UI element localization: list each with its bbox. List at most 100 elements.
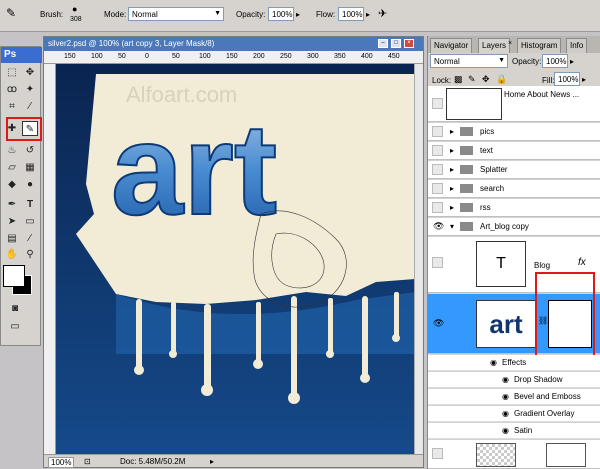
effect-row[interactable]: ◉ Gradient Overlay xyxy=(428,406,600,422)
move-tool-icon[interactable]: ✥ xyxy=(22,65,38,80)
brush-tool-icon[interactable]: ✎ xyxy=(6,6,16,20)
lock-position-icon[interactable]: ✥ xyxy=(482,74,490,85)
tab-histogram[interactable]: Histogram xyxy=(517,38,562,53)
history-brush-icon[interactable]: ↺ xyxy=(22,143,38,158)
lock-all-icon[interactable]: 🔒 xyxy=(496,74,507,85)
ruler-tick: 150 xyxy=(64,53,76,60)
zoom-level[interactable]: 100% xyxy=(48,457,75,468)
maximize-icon[interactable]: □ xyxy=(391,39,401,48)
artwork-image: Alfoart.com art xyxy=(56,64,415,456)
lock-transparent-icon[interactable]: ▩ xyxy=(454,74,463,85)
visibility-off-icon[interactable] xyxy=(432,164,443,175)
layer-name: Splatter xyxy=(480,165,508,174)
hand-tool-icon[interactable]: ✋ xyxy=(4,247,20,262)
eyedropper-icon[interactable]: ⁄ xyxy=(22,99,38,114)
layer-opacity-input[interactable]: 100% xyxy=(542,54,568,68)
canvas[interactable]: Alfoart.com art xyxy=(56,64,415,456)
effect-row[interactable]: ◉ Bevel and Emboss xyxy=(428,389,600,405)
layer-group-splatter[interactable]: ▸ Splatter xyxy=(428,161,600,179)
eye-icon[interactable]: ◉ xyxy=(502,375,509,384)
layer-group-rss[interactable]: ▸ rss xyxy=(428,199,600,217)
shape-tool-icon[interactable]: ▭ xyxy=(22,214,38,229)
chevron-right-icon[interactable]: ▸ xyxy=(366,10,370,19)
measure-tool-icon[interactable]: ⁄ xyxy=(22,231,38,246)
tab-layers[interactable]: Layers xyxy=(478,38,511,53)
dodge-tool-icon[interactable]: ● xyxy=(22,177,38,192)
visibility-off-icon[interactable] xyxy=(432,126,443,137)
blend-mode-select[interactable]: Normal ▼ xyxy=(430,54,508,68)
status-arrow-icon[interactable]: ▸ xyxy=(210,457,214,466)
visibility-off-icon[interactable] xyxy=(432,98,443,109)
fx-icon[interactable]: fx xyxy=(578,257,586,268)
chevron-right-icon[interactable]: ▸ xyxy=(582,75,586,84)
layer-group-pics[interactable]: ▸ pics xyxy=(428,123,600,141)
visibility-off-icon[interactable] xyxy=(432,145,443,156)
lock-image-icon[interactable]: ✎ xyxy=(468,74,476,85)
tab-close-icon[interactable]: × xyxy=(508,40,512,47)
visibility-off-icon[interactable] xyxy=(432,448,443,459)
layer-row-nav[interactable]: Home About News ... xyxy=(428,86,600,122)
chevron-down-icon: ▼ xyxy=(498,57,505,64)
chevron-right-icon[interactable]: ▸ xyxy=(450,203,454,212)
mode-select[interactable]: Normal ▼ xyxy=(128,7,224,21)
effects-row[interactable]: ◉ Effects xyxy=(428,355,600,371)
type-tool-icon[interactable]: T xyxy=(22,197,38,212)
visibility-off-icon[interactable] xyxy=(432,257,443,268)
layer-group-search[interactable]: ▸ search xyxy=(428,180,600,198)
airbrush-icon[interactable]: ✈ xyxy=(378,7,387,20)
vertical-ruler xyxy=(44,64,56,456)
fill-input[interactable]: 100% xyxy=(554,72,580,86)
zoom-tool-icon[interactable]: ⚲ xyxy=(22,247,38,262)
tab-info[interactable]: Info xyxy=(566,38,588,53)
eye-icon[interactable]: 👁 xyxy=(433,318,444,329)
opacity-input[interactable]: 100% xyxy=(268,7,294,21)
status-icon[interactable]: ⊡ xyxy=(84,457,91,466)
crop-tool-icon[interactable]: ⌗ xyxy=(4,99,20,114)
screen-mode-icon[interactable]: ▭ xyxy=(7,319,23,334)
chevron-right-icon[interactable]: ▸ xyxy=(450,146,454,155)
tab-navigator[interactable]: Navigator xyxy=(430,38,473,53)
blur-tool-icon[interactable]: ◆ xyxy=(4,177,20,192)
chevron-down-icon[interactable]: ▾ xyxy=(450,222,454,231)
eye-icon[interactable]: ◉ xyxy=(502,409,509,418)
layer-row-bottom[interactable] xyxy=(428,440,600,469)
effect-row[interactable]: ◉ Satin xyxy=(428,423,600,439)
ruler-tick: 50 xyxy=(172,53,180,60)
vertical-scrollbar[interactable] xyxy=(414,64,423,456)
clone-stamp-icon[interactable]: ♨ xyxy=(4,143,20,158)
visibility-off-icon[interactable] xyxy=(432,183,443,194)
gradient-tool-icon[interactable]: ▦ xyxy=(22,160,38,175)
chevron-right-icon[interactable]: ▸ xyxy=(296,10,300,19)
chevron-right-icon[interactable]: ▸ xyxy=(570,57,574,66)
magic-wand-icon[interactable]: ✦ xyxy=(22,82,38,97)
layer-thumbnail xyxy=(446,88,502,120)
layer-group-text[interactable]: ▸ text xyxy=(428,142,600,160)
lasso-tool-icon[interactable]: ꝏ xyxy=(4,82,20,97)
pen-tool-icon[interactable]: ✒ xyxy=(4,197,20,212)
quick-mask-icon[interactable]: ◙ xyxy=(7,301,23,316)
effect-row[interactable]: ◉ Drop Shadow xyxy=(428,372,600,388)
chevron-right-icon[interactable]: ▸ xyxy=(450,127,454,136)
eye-icon[interactable]: ◉ xyxy=(490,358,497,367)
eraser-icon[interactable]: ▱ xyxy=(4,160,20,175)
path-selection-icon[interactable]: ➤ xyxy=(4,214,20,229)
ruler-tick: 0 xyxy=(145,53,149,60)
chevron-right-icon[interactable]: ▸ xyxy=(450,165,454,174)
foreground-color-swatch[interactable] xyxy=(3,265,25,287)
eye-icon[interactable]: ◉ xyxy=(502,426,509,435)
brush-dot-icon[interactable]: ● xyxy=(72,4,77,14)
eye-icon[interactable]: ◉ xyxy=(502,392,509,401)
doc-size: Doc: 5.48M/50.2M xyxy=(120,457,186,466)
flow-input[interactable]: 100% xyxy=(338,7,364,21)
ruler-tick: 250 xyxy=(280,53,292,60)
document-titlebar[interactable]: silver2.psd @ 100% (art copy 3, Layer Ma… xyxy=(44,37,423,51)
notes-tool-icon[interactable]: ▤ xyxy=(4,231,20,246)
marquee-tool-icon[interactable]: ⬚ xyxy=(4,65,20,80)
layer-group-art-blog-copy[interactable]: 👁 ▾ Art_blog copy xyxy=(428,218,600,236)
visibility-off-icon[interactable] xyxy=(432,202,443,213)
layer-mask-thumbnail[interactable] xyxy=(546,443,586,467)
close-icon[interactable]: × xyxy=(404,39,414,48)
chevron-right-icon[interactable]: ▸ xyxy=(450,184,454,193)
eye-icon[interactable]: 👁 xyxy=(433,221,444,232)
minimize-icon[interactable]: – xyxy=(378,39,388,48)
